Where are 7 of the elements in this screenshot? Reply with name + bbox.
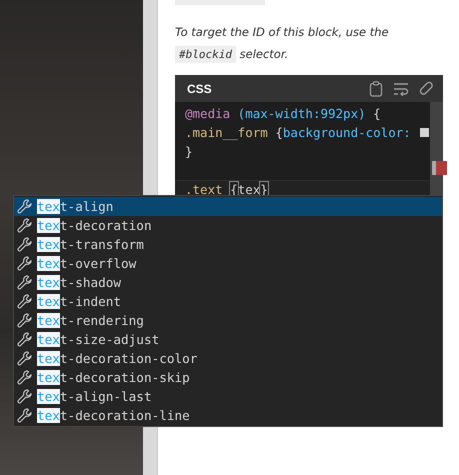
language-label: CSS — [187, 82, 212, 96]
help-text: selector. — [240, 47, 288, 61]
code-line: } — [184, 143, 194, 161]
code-snippet: #blockid — [175, 46, 236, 63]
code-line: @media (max-width:992px) { — [184, 105, 382, 123]
help-text: To target the ID of this block, use the — [175, 25, 389, 39]
code-line: .main__form {background-color: — [175, 123, 430, 142]
